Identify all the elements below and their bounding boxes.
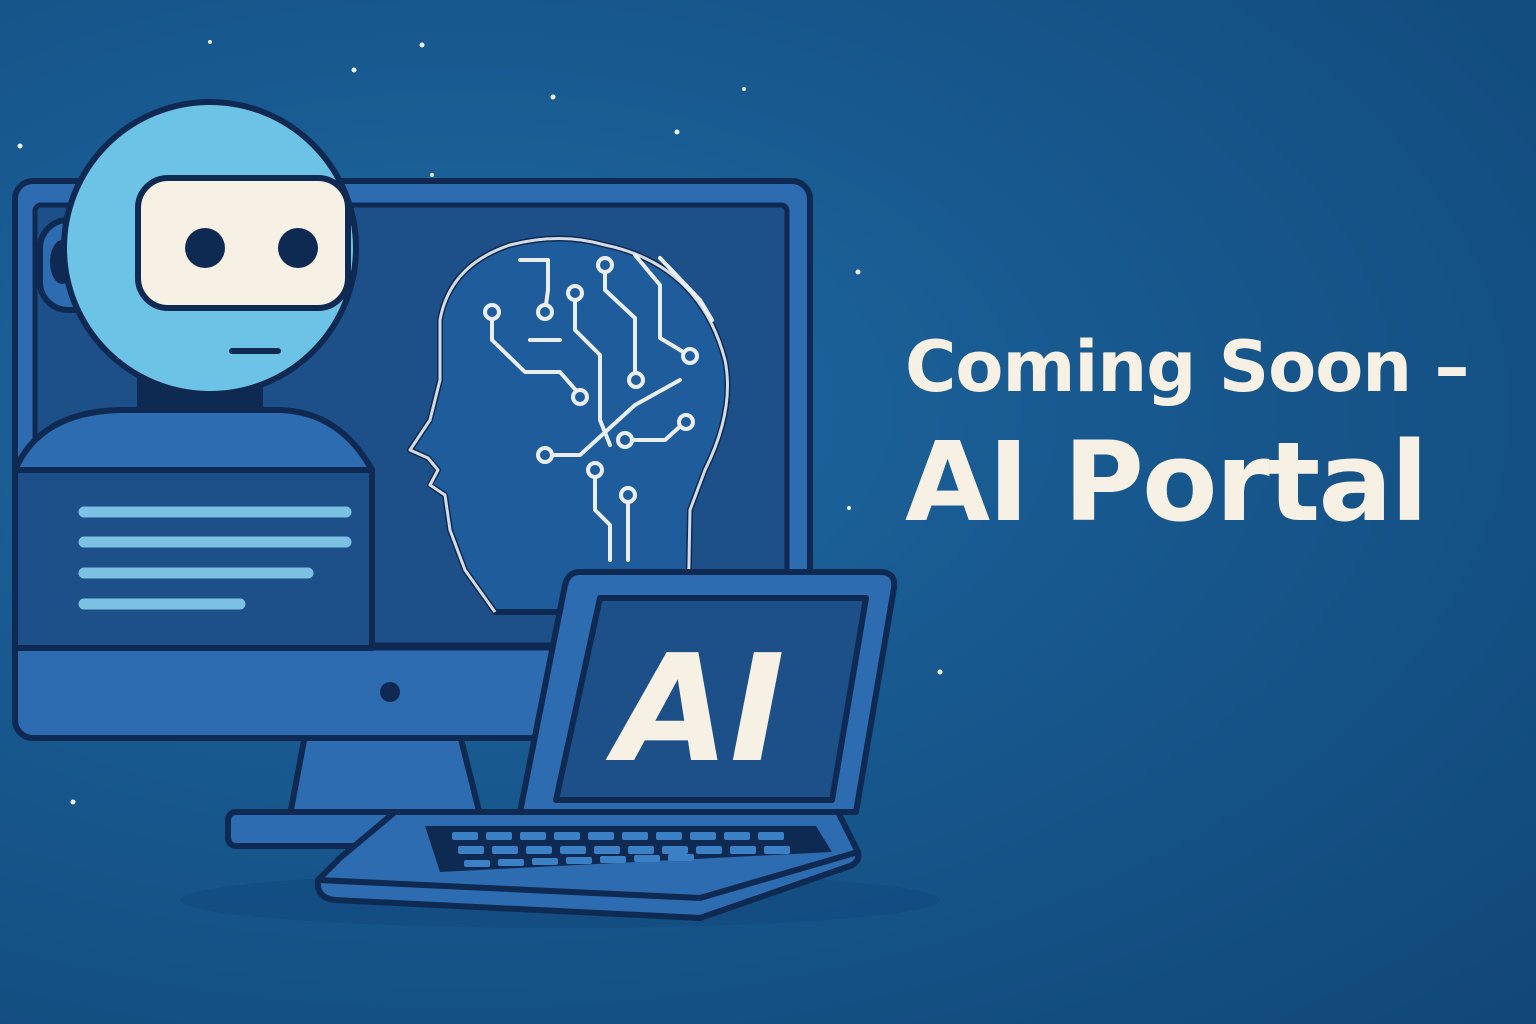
star (674, 129, 680, 135)
robot-chest-panel (12, 467, 375, 651)
star (208, 40, 212, 44)
star (550, 94, 556, 100)
star (17, 143, 23, 149)
robot-eye-right (278, 228, 318, 268)
headline-coming-soon: Coming Soon – (905, 326, 1470, 408)
star (70, 799, 76, 805)
star (742, 87, 746, 91)
star (430, 173, 434, 177)
headline-ai-portal: AI Portal (905, 418, 1428, 546)
star (855, 269, 861, 275)
robot-eye-left (185, 228, 225, 268)
head-circuit-icon (407, 235, 731, 615)
star (847, 506, 851, 510)
star (419, 42, 425, 48)
monitor-power-dot (380, 682, 400, 702)
star (937, 669, 943, 675)
star (351, 67, 357, 73)
laptop-ai-label: AI (605, 623, 785, 795)
headline: Coming Soon – AI Portal (905, 322, 1515, 552)
